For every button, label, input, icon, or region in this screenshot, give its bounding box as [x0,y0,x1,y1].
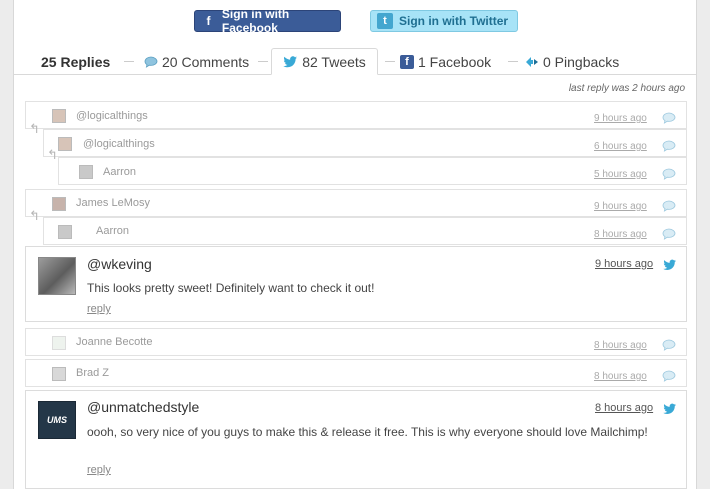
reply-author: Aarron [103,166,137,178]
tab-comments-label: 20 Comments [162,53,250,70]
avatar [52,367,66,381]
tab-comments[interactable]: 20 Comments [144,48,249,75]
tab-bar: 25 Replies 20 Comments 82 Tweets f 1 Fac… [14,48,696,76]
twitter-signin-label: Sign in with Twitter [399,14,509,28]
twitter-bird-icon [283,55,298,68]
facebook-icon: f [206,14,211,28]
comment-bubble-icon [662,112,676,124]
tab-facebook-label: 1 Facebook [418,53,492,70]
list-item: @wkeving 9 hours ago This looks pretty s… [25,246,687,322]
tab-separator [258,61,268,62]
tweet-author[interactable]: @unmatchedstyle [87,399,199,415]
avatar [52,109,66,123]
reply-arrow-icon: ↰ [29,208,40,223]
comment-bubble-icon [662,200,676,212]
comment-bubble-icon [662,370,676,382]
avatar [58,225,72,239]
reply-author: Joanne Becotte [76,336,153,348]
comment-bubble-icon [662,168,676,180]
tab-replies-label: 25 Replies [41,53,111,70]
tweet-author[interactable]: @wkeving [87,256,152,272]
tab-facebook[interactable]: f 1 Facebook [400,48,491,75]
comment-bubble-icon [662,140,676,152]
reply-link[interactable]: reply [87,464,111,476]
twitter-bird-icon [663,403,677,414]
signin-row: f Sign in with Facebook t Sign in with T… [14,7,696,35]
tweet-time[interactable]: 9 hours ago [595,258,653,270]
avatar [58,137,72,151]
list-item: UMS @unmatchedstyle 8 hours ago oooh, so… [25,390,687,489]
comment-bubble-icon [662,228,676,240]
list-item[interactable]: James LeMosy 9 hours ago [25,189,687,217]
avatar [52,197,66,211]
reply-author: Brad Z [76,367,110,379]
tab-separator [385,61,395,62]
list-item[interactable]: Aarron 8 hours ago [43,217,687,245]
reply-author: Aarron [96,225,130,237]
facebook-square-icon: f [400,54,414,69]
twitter-icon: t [377,13,393,29]
list-item[interactable]: @logicalthings 6 hours ago [43,129,687,157]
avatar[interactable]: UMS [38,401,76,439]
tab-tweets-label: 82 Tweets [302,53,366,70]
avatar [79,165,93,179]
reply-time[interactable]: 8 hours ago [594,371,647,382]
tweet-time[interactable]: 8 hours ago [595,402,653,414]
list-item[interactable]: Brad Z 8 hours ago [25,359,687,387]
tab-pingbacks-label: 0 Pingbacks [543,53,620,70]
reply-author: James LeMosy [76,197,150,209]
list-item[interactable]: @logicalthings 9 hours ago [25,101,687,129]
reply-time[interactable]: 5 hours ago [594,169,647,180]
comments-panel: f Sign in with Facebook t Sign in with T… [13,0,697,489]
reply-time[interactable]: 6 hours ago [594,141,647,152]
comment-bubble-icon [662,339,676,351]
twitter-bird-icon [663,259,677,270]
tweet-text: oooh, so very nice of you guys to make t… [87,425,648,439]
reply-time[interactable]: 8 hours ago [594,340,647,351]
reply-arrow-icon: ↰ [47,147,58,162]
reply-author: @logicalthings [83,138,155,150]
reply-time[interactable]: 9 hours ago [594,201,647,212]
last-reply-status: last reply was 2 hours ago [568,83,685,94]
tab-replies: 25 Replies [41,48,110,75]
tab-pingbacks[interactable]: 0 Pingbacks [525,48,619,75]
comment-bubble-icon [144,56,158,68]
avatar [52,336,66,350]
tab-separator [124,61,134,62]
tab-tweets[interactable]: 82 Tweets [271,48,378,75]
reply-link[interactable]: reply [87,303,111,315]
reply-time[interactable]: 8 hours ago [594,229,647,240]
avatar[interactable] [38,257,76,295]
reply-time[interactable]: 9 hours ago [594,113,647,124]
reply-author: @logicalthings [76,110,148,122]
pingback-icon [525,56,539,68]
facebook-signin-label: Sign in with Facebook [221,7,290,35]
list-item[interactable]: Joanne Becotte 8 hours ago [25,328,687,356]
tweet-text: This looks pretty sweet! Definitely want… [87,281,375,295]
facebook-signin-button[interactable]: f Sign in with Facebook [194,7,341,35]
twitter-signin-button[interactable]: t Sign in with Twitter [370,10,518,32]
tab-separator [508,61,518,62]
list-item[interactable]: Aarron 5 hours ago [58,157,687,185]
reply-arrow-icon: ↰ [29,121,40,136]
